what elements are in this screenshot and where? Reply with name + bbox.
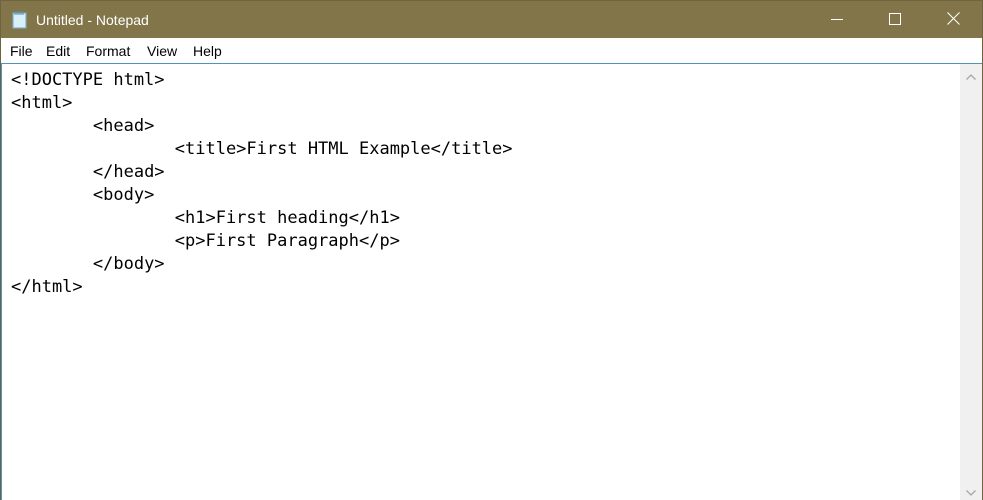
- menu-bar: File Edit Format View Help: [1, 38, 982, 63]
- scroll-down-button[interactable]: [960, 480, 982, 500]
- close-icon: [946, 10, 960, 29]
- menu-file[interactable]: File: [9, 42, 34, 60]
- menu-edit[interactable]: Edit: [45, 42, 71, 60]
- scroll-track[interactable]: [960, 84, 982, 480]
- notepad-window: Untitled - Notepad File Edit Format View…: [0, 0, 983, 500]
- menu-help[interactable]: Help: [192, 42, 223, 60]
- menu-format[interactable]: Format: [85, 42, 131, 60]
- window-title: Untitled - Notepad: [36, 12, 149, 28]
- notepad-icon: [12, 10, 28, 29]
- chevron-up-icon: [966, 65, 976, 84]
- vertical-scrollbar[interactable]: [960, 64, 982, 500]
- maximize-icon: [889, 10, 901, 29]
- maximize-button[interactable]: [866, 1, 924, 38]
- menu-view[interactable]: View: [146, 42, 178, 60]
- minimize-icon: [831, 10, 843, 29]
- chevron-down-icon: [966, 481, 976, 500]
- title-bar[interactable]: Untitled - Notepad: [1, 1, 982, 38]
- close-button[interactable]: [924, 1, 982, 38]
- minimize-button[interactable]: [808, 1, 866, 38]
- editor-area: <!DOCTYPE html> <html> <head> <title>Fir…: [1, 63, 982, 500]
- text-editor[interactable]: <!DOCTYPE html> <html> <head> <title>Fir…: [2, 64, 960, 500]
- scroll-up-button[interactable]: [960, 64, 982, 84]
